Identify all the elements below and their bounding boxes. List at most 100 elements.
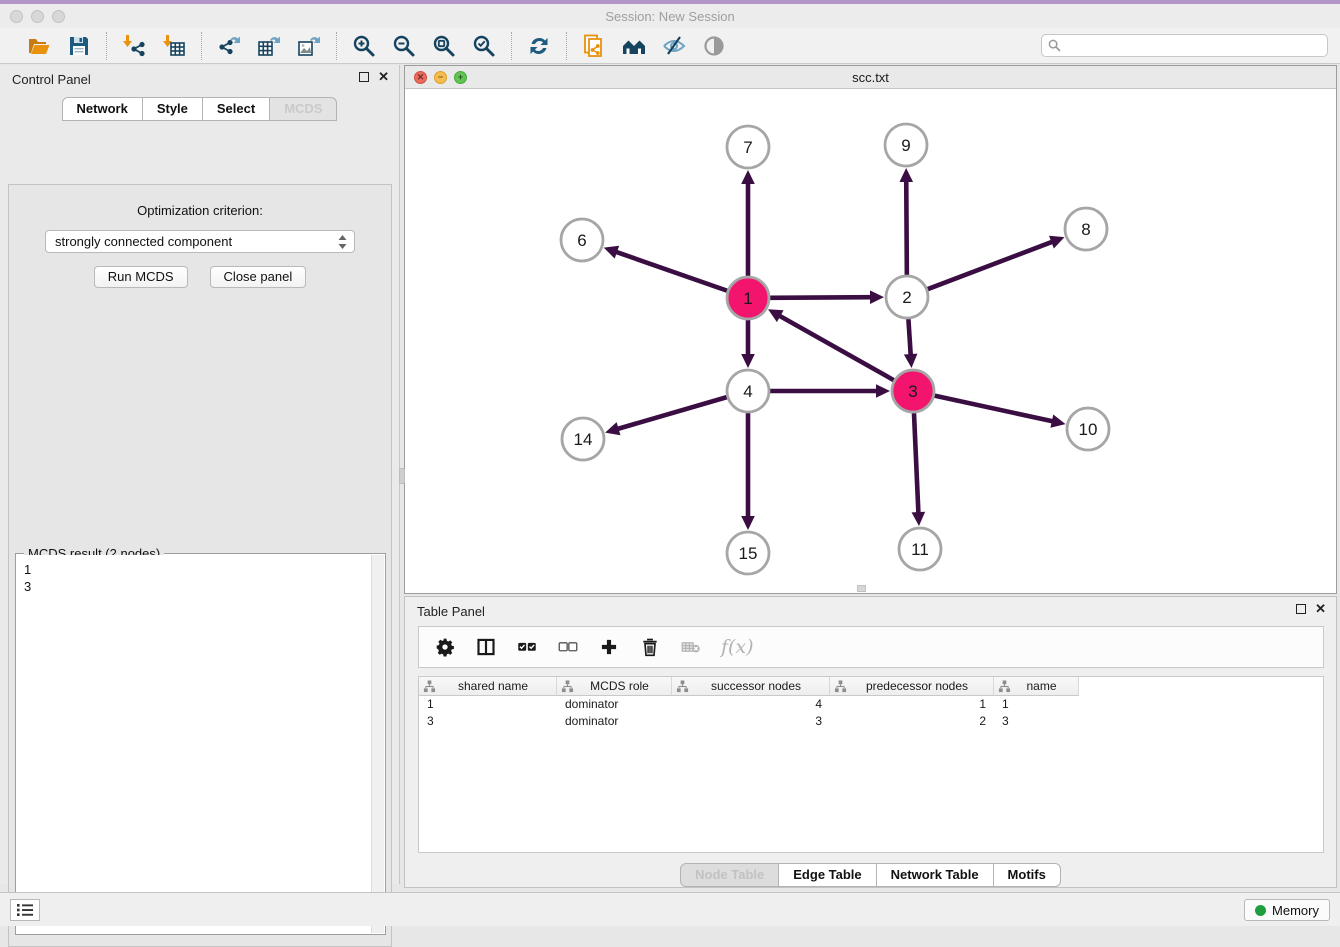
zoom-out-icon[interactable]	[391, 33, 417, 59]
column-header-MCDS-role[interactable]: MCDS role	[557, 677, 672, 696]
edge-3-1[interactable]	[778, 315, 894, 381]
tab-select[interactable]: Select	[203, 97, 270, 121]
export-table-icon[interactable]	[256, 33, 282, 59]
search-box[interactable]	[1041, 34, 1328, 57]
mcds-result-group: MCDS result (2 nodes) 13	[15, 553, 386, 935]
export-image-icon[interactable]	[296, 33, 322, 59]
table-cell[interactable]: 3	[994, 713, 1079, 730]
table-cell[interactable]: 1	[830, 696, 994, 713]
table-cell[interactable]: 1	[419, 696, 557, 713]
network-graph[interactable]: 1234678910111415	[405, 89, 1336, 593]
tab-network[interactable]: Network	[62, 97, 143, 121]
tab-mcds[interactable]: MCDS	[270, 97, 337, 121]
zoom-selected-icon[interactable]	[471, 33, 497, 59]
edge-1-2[interactable]	[770, 297, 873, 298]
node-table[interactable]: shared nameMCDS rolesuccessor nodesprede…	[418, 676, 1324, 853]
column-layout-icon[interactable]	[475, 636, 497, 658]
table-body: 1dominator4113dominator323	[419, 696, 1323, 730]
edge-2-9[interactable]	[906, 179, 907, 275]
search-input[interactable]	[1065, 39, 1321, 53]
float-panel-icon[interactable]	[359, 72, 369, 82]
optimization-criterion-dropdown[interactable]: strongly connected component	[45, 230, 355, 253]
arrowhead-2-9	[899, 168, 913, 182]
edge-3-11[interactable]	[914, 413, 919, 515]
tab-motifs[interactable]: Motifs	[994, 863, 1061, 887]
memory-button[interactable]: Memory	[1244, 899, 1330, 921]
new-network-from-selection-icon[interactable]	[581, 33, 607, 59]
tab-edge-table[interactable]: Edge Table	[779, 863, 876, 887]
deselect-all-icon[interactable]	[557, 636, 579, 658]
table-row[interactable]: 3dominator323	[419, 713, 1323, 730]
column-header-successor-nodes[interactable]: successor nodes	[672, 677, 830, 696]
column-header-shared-name[interactable]: shared name	[419, 677, 557, 696]
arrowhead-1-6	[604, 246, 619, 259]
node-label-8: 8	[1081, 220, 1090, 239]
float-table-panel-icon[interactable]	[1296, 604, 1306, 614]
table-cell[interactable]: 1	[994, 696, 1079, 713]
tab-node-table[interactable]: Node Table	[680, 863, 779, 887]
arrowhead-1-7	[741, 170, 755, 184]
node-label-3: 3	[908, 382, 917, 401]
import-network-icon[interactable]	[121, 33, 147, 59]
table-cell[interactable]: 4	[672, 696, 830, 713]
table-cell[interactable]: 3	[419, 713, 557, 730]
edge-4-14[interactable]	[616, 397, 727, 429]
delete-table-icon[interactable]	[680, 636, 702, 658]
hide-selected-icon[interactable]	[661, 33, 687, 59]
tab-network-table[interactable]: Network Table	[877, 863, 994, 887]
zoom-fit-icon[interactable]	[431, 33, 457, 59]
node-label-14: 14	[574, 430, 593, 449]
table-settings-icon[interactable]	[434, 636, 456, 658]
edge-2-8[interactable]	[928, 241, 1055, 289]
function-builder-button[interactable]: f(x)	[721, 636, 754, 658]
table-cell[interactable]: dominator	[557, 713, 672, 730]
delete-column-icon[interactable]	[639, 636, 661, 658]
table-cell[interactable]: dominator	[557, 696, 672, 713]
show-all-icon[interactable]	[701, 33, 727, 59]
arrowhead-1-4	[741, 354, 755, 368]
main-toolbar	[0, 28, 1340, 64]
node-label-15: 15	[739, 544, 758, 563]
dropdown-spinner-icon	[337, 234, 348, 253]
table-cell[interactable]: 3	[672, 713, 830, 730]
edge-2-3[interactable]	[908, 319, 910, 357]
arrowhead-1-2	[870, 290, 884, 304]
column-header-predecessor-nodes[interactable]: predecessor nodes	[830, 677, 994, 696]
save-session-icon[interactable]	[66, 33, 92, 59]
task-history-button[interactable]	[10, 899, 40, 921]
mcds-result-list[interactable]: 13	[17, 555, 384, 933]
node-label-10: 10	[1079, 420, 1098, 439]
table-toolbar: f(x)	[418, 626, 1324, 668]
node-label-4: 4	[743, 382, 752, 401]
node-label-7: 7	[743, 138, 752, 157]
splitter-handle[interactable]	[399, 468, 405, 484]
edge-1-6[interactable]	[614, 251, 727, 291]
run-mcds-button[interactable]: Run MCDS	[94, 266, 188, 288]
column-header-name[interactable]: name	[994, 677, 1079, 696]
list-icon	[16, 903, 34, 917]
network-window-titlebar[interactable]: ✕ − + scc.txt	[405, 66, 1336, 89]
canvas-horizontal-scroll-nub[interactable]	[857, 585, 866, 592]
tab-style[interactable]: Style	[143, 97, 203, 121]
close-table-panel-icon[interactable]: ✕	[1315, 604, 1326, 614]
close-panel-icon[interactable]: ✕	[378, 72, 389, 82]
network-canvas[interactable]: 1234678910111415	[405, 89, 1336, 593]
mcds-panel: Optimization criterion: strongly connect…	[8, 184, 392, 947]
table-row[interactable]: 1dominator411	[419, 696, 1323, 713]
open-session-icon[interactable]	[26, 33, 52, 59]
first-neighbors-icon[interactable]	[621, 33, 647, 59]
import-table-icon[interactable]	[161, 33, 187, 59]
export-network-icon[interactable]	[216, 33, 242, 59]
table-cell[interactable]: 2	[830, 713, 994, 730]
table-panel: Table Panel ✕ f(x) shared nameMCDS roles…	[404, 596, 1337, 888]
add-column-icon[interactable]	[598, 636, 620, 658]
select-all-icon[interactable]	[516, 636, 538, 658]
zoom-in-icon[interactable]	[351, 33, 377, 59]
node-label-9: 9	[901, 136, 910, 155]
app-titlebar: Session: New Session	[0, 4, 1340, 28]
close-panel-button[interactable]: Close panel	[210, 266, 307, 288]
refresh-icon[interactable]	[526, 33, 552, 59]
edge-3-10[interactable]	[934, 396, 1054, 422]
result-scrollbar[interactable]	[371, 555, 384, 933]
table-tabs: Node TableEdge TableNetwork TableMotifs	[405, 863, 1336, 887]
